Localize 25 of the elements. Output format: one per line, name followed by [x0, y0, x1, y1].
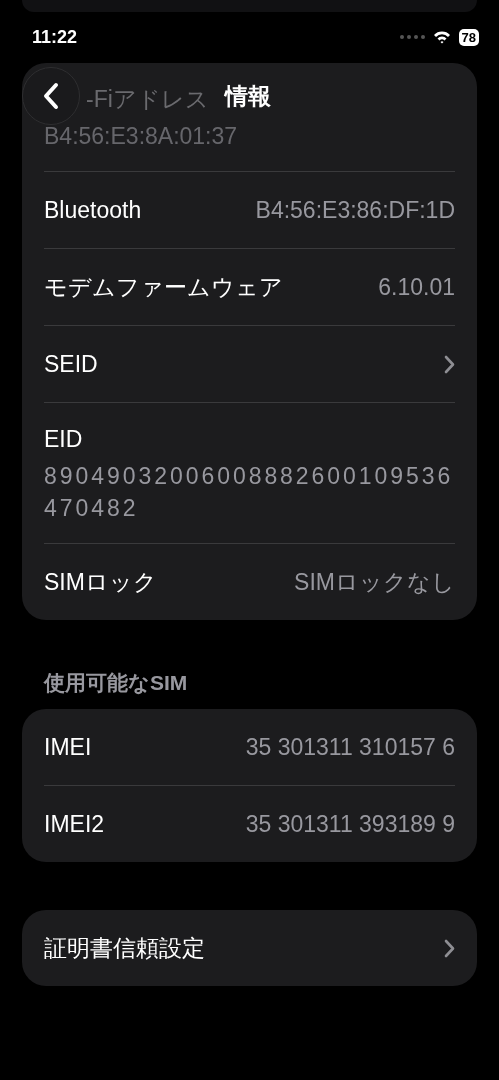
row-label: -Fiアドレス — [86, 85, 209, 114]
row-label: IMEI2 — [44, 810, 105, 839]
row-label: モデムファームウェア — [44, 273, 283, 302]
row-label: Bluetooth — [44, 196, 142, 225]
row-value: B4:56:E3:8A:01:37 — [44, 122, 239, 151]
row-value: 89049032006008882600109536470482 — [44, 462, 454, 523]
nav-title: 情報 — [225, 82, 271, 111]
row-label: EID — [44, 425, 83, 454]
back-icon — [42, 82, 60, 110]
row-value: 35 301311 310157 6 — [245, 733, 455, 761]
signal-icon — [399, 35, 425, 39]
row-value: B4:56:E3:86:DF:1D — [255, 196, 455, 224]
row-label: SIMロック — [44, 568, 157, 597]
wifi-icon — [432, 30, 451, 44]
row-value: 6.10.01 — [378, 273, 455, 301]
row-value: 35 301311 393189 9 — [245, 810, 455, 838]
section-header: 使用可能なSIM — [44, 670, 189, 697]
chevron-icon — [444, 354, 455, 374]
row-value: SIMロックなし — [294, 567, 455, 597]
row-label[interactable]: SEID — [44, 349, 98, 379]
status-time: 11:22 — [32, 26, 79, 48]
row-label: IMEI — [44, 733, 92, 762]
battery-indicator: 78 — [458, 28, 479, 46]
chevron-icon — [444, 938, 455, 958]
row-label[interactable]: 証明書信頼設定 — [44, 933, 205, 963]
